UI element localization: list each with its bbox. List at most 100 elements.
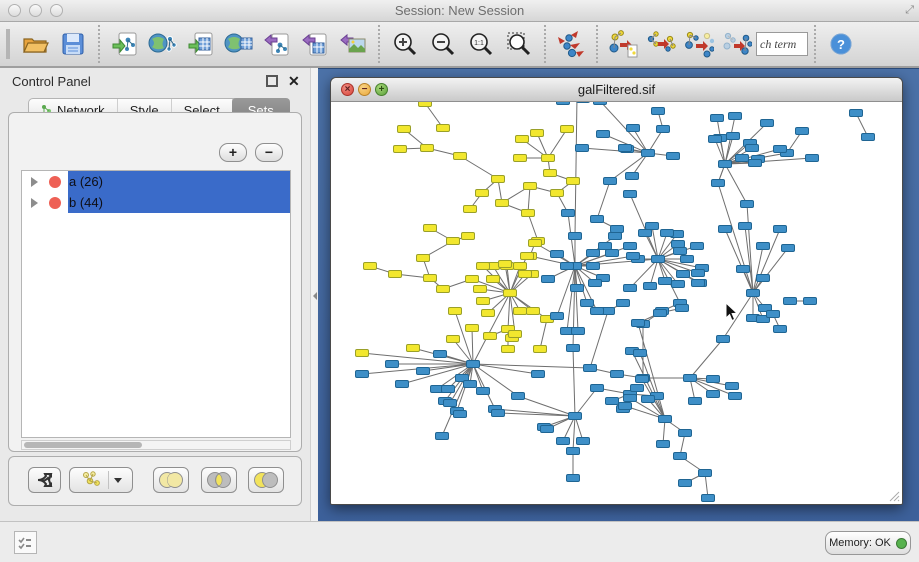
network-node-blue[interactable] (652, 256, 665, 263)
network-node-yellow[interactable] (477, 298, 490, 305)
network-node-blue[interactable] (571, 285, 584, 292)
network-node-blue[interactable] (624, 285, 637, 292)
network-node-blue[interactable] (606, 250, 619, 257)
network-edge[interactable] (473, 364, 590, 368)
network-node-yellow[interactable] (464, 206, 477, 213)
export-image-button[interactable] (334, 25, 372, 63)
network-node-blue[interactable] (619, 403, 632, 410)
network-node-blue[interactable] (782, 245, 795, 252)
network-edge[interactable] (518, 396, 575, 416)
network-node-yellow[interactable] (499, 261, 512, 268)
network-node-blue[interactable] (784, 298, 797, 305)
network-edge[interactable] (575, 102, 577, 236)
network-node-yellow[interactable] (484, 333, 497, 340)
network-node-blue[interactable] (604, 178, 617, 185)
network-node-blue[interactable] (567, 345, 580, 352)
set-row-a[interactable]: a (26) (22, 171, 290, 192)
network-node-yellow[interactable] (534, 346, 547, 353)
network-node-yellow[interactable] (487, 276, 500, 283)
sets-list[interactable]: a (26) b (44) (21, 170, 291, 438)
network-node-blue[interactable] (737, 266, 750, 273)
save-session-button[interactable] (54, 25, 92, 63)
network-node-blue[interactable] (567, 475, 580, 482)
network-edge[interactable] (590, 311, 608, 368)
network-node-blue[interactable] (626, 173, 639, 180)
network-node-blue[interactable] (632, 320, 645, 327)
help-button[interactable]: ? (822, 25, 860, 63)
export-table-button[interactable] (296, 25, 334, 63)
network-node-blue[interactable] (659, 278, 672, 285)
network-node-yellow[interactable] (519, 271, 532, 278)
network-node-yellow[interactable] (522, 210, 535, 217)
add-set-button[interactable]: + (219, 143, 247, 162)
network-node-blue[interactable] (609, 233, 622, 240)
network-edge[interactable] (528, 186, 530, 213)
network-window-titlebar[interactable]: × − + galFiltered.sif (331, 78, 902, 102)
scrollbar-thumb[interactable] (24, 442, 142, 448)
network-node-blue[interactable] (746, 145, 759, 152)
horizontal-scrollbar[interactable] (21, 440, 291, 450)
network-node-blue[interactable] (761, 120, 774, 127)
network-node-yellow[interactable] (447, 238, 460, 245)
import-network-url-button[interactable] (144, 25, 182, 63)
network-node-blue[interactable] (434, 351, 447, 358)
network-node-blue[interactable] (599, 243, 612, 250)
network-node-blue[interactable] (442, 386, 455, 393)
network-edge[interactable] (718, 183, 753, 293)
network-node-blue[interactable] (557, 102, 570, 105)
network-node-yellow[interactable] (531, 130, 544, 137)
network-node-yellow[interactable] (424, 225, 437, 232)
network-node-blue[interactable] (726, 383, 739, 390)
network-node-yellow[interactable] (516, 136, 529, 143)
network-node-yellow[interactable] (417, 255, 430, 262)
network-node-blue[interactable] (711, 115, 724, 122)
network-node-blue[interactable] (692, 280, 705, 287)
panel-divider[interactable] (310, 68, 318, 521)
network-node-yellow[interactable] (561, 126, 574, 133)
network-node-yellow[interactable] (514, 155, 527, 162)
network-node-blue[interactable] (584, 365, 597, 372)
network-edge[interactable] (508, 293, 510, 329)
network-edge[interactable] (725, 164, 747, 204)
export-network-button[interactable] (258, 25, 296, 63)
network-node-blue[interactable] (646, 223, 659, 230)
network-node-blue[interactable] (652, 108, 665, 115)
network-node-blue[interactable] (542, 276, 555, 283)
network-edge[interactable] (753, 229, 780, 293)
network-node-yellow[interactable] (447, 336, 460, 343)
network-node-blue[interactable] (606, 398, 619, 405)
network-node-blue[interactable] (581, 300, 594, 307)
network-node-blue[interactable] (642, 396, 655, 403)
network-node-blue[interactable] (699, 470, 712, 477)
network-node-blue[interactable] (587, 263, 600, 270)
network-node-blue[interactable] (591, 308, 604, 315)
network-node-blue[interactable] (624, 395, 637, 402)
network-node-blue[interactable] (850, 110, 863, 117)
network-node-blue[interactable] (464, 381, 477, 388)
resize-grip-icon[interactable] (887, 489, 900, 502)
union-sets-button[interactable] (153, 467, 189, 493)
network-node-yellow[interactable] (462, 233, 475, 240)
network-edge[interactable] (495, 409, 575, 416)
network-node-blue[interactable] (642, 150, 655, 157)
network-node-blue[interactable] (659, 416, 672, 423)
network-node-blue[interactable] (444, 400, 457, 407)
network-view-window[interactable]: × − + galFiltered.sif (330, 77, 903, 505)
network-node-blue[interactable] (667, 153, 680, 160)
memory-status-button[interactable]: Memory: OK (825, 531, 911, 555)
network-node-blue[interactable] (684, 375, 697, 382)
network-node-blue[interactable] (597, 131, 610, 138)
network-node-blue[interactable] (747, 290, 760, 297)
network-node-blue[interactable] (591, 385, 604, 392)
network-node-blue[interactable] (741, 201, 754, 208)
network-edge[interactable] (575, 388, 597, 416)
network-edge[interactable] (690, 339, 723, 378)
network-node-blue[interactable] (477, 388, 490, 395)
set-row-b[interactable]: b (44) (22, 192, 290, 213)
network-node-blue[interactable] (417, 368, 430, 375)
network-node-blue[interactable] (804, 298, 817, 305)
network-node-blue[interactable] (757, 243, 770, 250)
network-node-yellow[interactable] (466, 276, 479, 283)
network-edge[interactable] (528, 213, 538, 241)
network-edge[interactable] (573, 416, 575, 451)
